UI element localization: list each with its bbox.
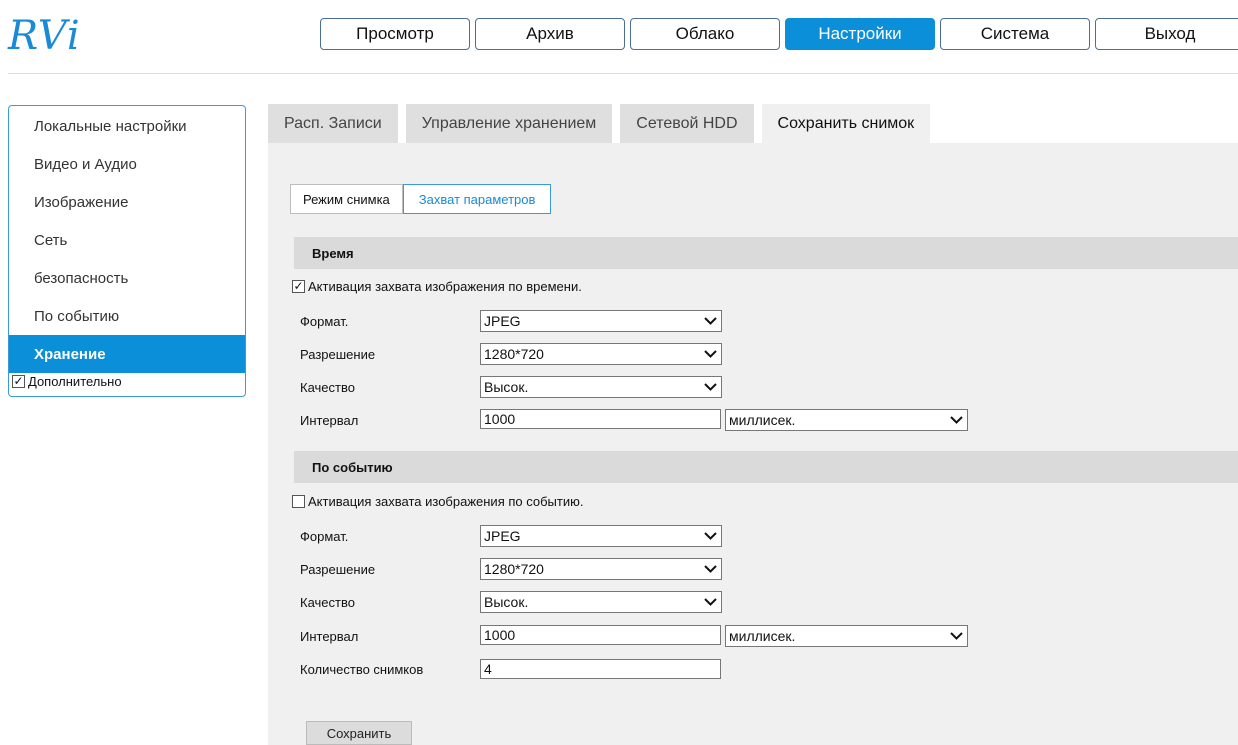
sidebar-item-storage[interactable]: Хранение xyxy=(9,335,245,373)
event-format-value: JPEG xyxy=(484,528,521,544)
advanced-toggle[interactable]: ✓ Дополнительно xyxy=(9,373,245,389)
timing-enable-checkbox[interactable]: ✓ xyxy=(292,279,305,293)
event-resolution-value: 1280*720 xyxy=(484,561,544,577)
sidebar-item-network[interactable]: Сеть xyxy=(9,221,245,259)
timing-resolution-label: Разрешение xyxy=(300,347,376,362)
timing-enable-label: Активация захвата изображения по времени… xyxy=(308,278,582,294)
snapshot-panel: Режим снимка Захват параметров Время ✓ А… xyxy=(268,143,1238,745)
nav-button-settings[interactable]: Настройки xyxy=(785,18,935,50)
advanced-label: Дополнительно xyxy=(28,373,122,389)
tab-storage-management[interactable]: Управление хранением xyxy=(405,104,613,143)
nav-button-system[interactable]: Система xyxy=(940,18,1090,50)
chevron-down-icon xyxy=(704,565,717,573)
timing-resolution-value: 1280*720 xyxy=(484,346,544,362)
header-divider xyxy=(8,73,1238,74)
timing-interval-unit-value: миллисек. xyxy=(729,412,796,428)
chevron-down-icon xyxy=(704,598,717,606)
event-interval-unit-select[interactable]: миллисек. xyxy=(725,625,968,647)
tab-snapshot[interactable]: Сохранить снимок xyxy=(761,104,931,143)
event-resolution-label: Разрешение xyxy=(300,562,376,577)
subtab-capture-parameters[interactable]: Захват параметров xyxy=(402,184,552,214)
chevron-down-icon xyxy=(704,532,717,540)
save-button[interactable]: Сохранить xyxy=(306,721,412,745)
timing-interval-unit-select[interactable]: миллисек. xyxy=(725,409,968,431)
advanced-checkbox[interactable]: ✓ xyxy=(12,374,25,388)
timing-format-select[interactable]: JPEG xyxy=(480,310,722,332)
event-format-select[interactable]: JPEG xyxy=(480,525,722,547)
timing-format-label: Формат. xyxy=(300,314,349,329)
subtab-snapshot-mode[interactable]: Режим снимка xyxy=(290,184,403,214)
event-count-input[interactable]: 4 xyxy=(480,659,721,679)
timing-resolution-select[interactable]: 1280*720 xyxy=(480,343,722,365)
event-format-label: Формат. xyxy=(300,529,349,544)
snapshot-subtabs: Режим снимка Захват параметров xyxy=(290,184,552,214)
event-resolution-select[interactable]: 1280*720 xyxy=(480,558,722,580)
timing-quality-value: Высок. xyxy=(484,379,529,395)
sidebar-item-event[interactable]: По событию xyxy=(9,297,245,335)
event-quality-label: Качество xyxy=(300,595,355,610)
rvi-logo: RVi xyxy=(8,13,81,59)
timing-enable-row[interactable]: ✓ Активация захвата изображения по време… xyxy=(292,278,582,294)
storage-tabs: Расп. Записи Управление хранением Сетево… xyxy=(268,104,938,143)
tab-record-schedule[interactable]: Расп. Записи xyxy=(268,104,398,143)
chevron-down-icon xyxy=(950,416,963,424)
sidebar-item-local-settings[interactable]: Локальные настройки xyxy=(9,107,245,145)
timing-quality-label: Качество xyxy=(300,380,355,395)
timing-interval-label: Интервал xyxy=(300,413,359,428)
timing-quality-select[interactable]: Высок. xyxy=(480,376,722,398)
timing-interval-input[interactable]: 1000 xyxy=(480,409,721,429)
timing-format-value: JPEG xyxy=(484,313,521,329)
nav-button-cloud[interactable]: Облако xyxy=(630,18,780,50)
sidebar-item-video-audio[interactable]: Видео и Аудио xyxy=(9,145,245,183)
event-section-header: По событию xyxy=(294,451,1238,483)
chevron-down-icon xyxy=(704,383,717,391)
event-quality-value: Высок. xyxy=(484,594,529,610)
top-nav: Просмотр Архив Облако Настройки Система … xyxy=(320,18,1238,50)
settings-sidebar: Локальные настройки Видео и Аудио Изобра… xyxy=(8,105,246,397)
event-quality-select[interactable]: Высок. xyxy=(480,591,722,613)
tab-network-hdd[interactable]: Сетевой HDD xyxy=(620,104,754,143)
event-interval-unit-value: миллисек. xyxy=(729,628,796,644)
chevron-down-icon xyxy=(950,632,963,640)
event-enable-checkbox[interactable] xyxy=(292,494,305,508)
sidebar-item-security[interactable]: безопасность xyxy=(9,259,245,297)
event-enable-label: Активация захвата изображения по событию… xyxy=(308,493,584,509)
sidebar-item-image[interactable]: Изображение xyxy=(9,183,245,221)
chevron-down-icon xyxy=(704,350,717,358)
nav-button-archive[interactable]: Архив xyxy=(475,18,625,50)
chevron-down-icon xyxy=(704,317,717,325)
nav-button-view[interactable]: Просмотр xyxy=(320,18,470,50)
nav-button-logout[interactable]: Выход xyxy=(1095,18,1238,50)
event-interval-label: Интервал xyxy=(300,629,359,644)
event-count-label: Количество снимков xyxy=(300,662,424,677)
event-enable-row[interactable]: Активация захвата изображения по событию… xyxy=(292,493,583,509)
timing-section-header: Время xyxy=(294,237,1238,269)
event-interval-input[interactable]: 1000 xyxy=(480,625,721,645)
